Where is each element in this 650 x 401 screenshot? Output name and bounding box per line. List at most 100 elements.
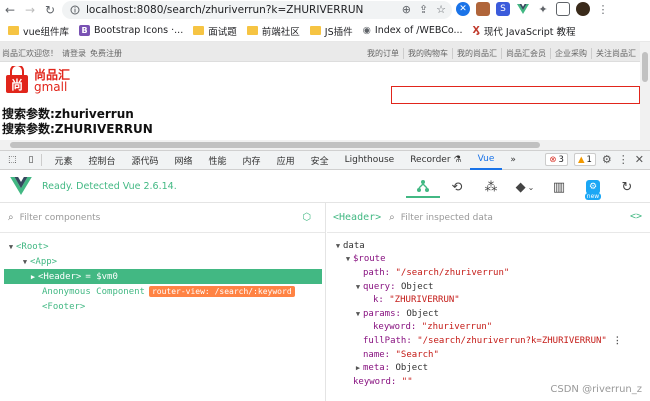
tab-lighthouse[interactable]: Lighthouse	[337, 151, 403, 170]
bookmark-item[interactable]: Ӽ 现代 JavaScript 教程	[473, 24, 576, 38]
device-toolbar-icon[interactable]: ▯	[25, 151, 38, 170]
bookmark-star-icon[interactable]: ☆	[436, 3, 446, 16]
tab-application[interactable]: 应用	[269, 151, 303, 170]
search-input[interactable]	[391, 86, 640, 104]
tab-performance[interactable]: 性能	[201, 151, 235, 170]
tree-node-root[interactable]: ▼ <Root>	[0, 239, 326, 254]
follow-link[interactable]: 关注尚品汇	[591, 48, 640, 59]
expand-arrow-icon[interactable]: ▶	[353, 364, 363, 372]
bookmark-item[interactable]: 前端社区	[246, 24, 300, 38]
collapse-arrow-icon[interactable]: ▼	[343, 255, 353, 263]
tab-elements[interactable]: 元素	[46, 151, 80, 170]
extension-sync-icon[interactable]: ✕	[456, 2, 470, 16]
zoom-icon[interactable]: ⊕	[402, 3, 411, 16]
tab-network[interactable]: 网络	[167, 151, 201, 170]
performance-chart-icon[interactable]: ▥	[542, 176, 576, 198]
my-account-link[interactable]: 我的尚品汇	[452, 48, 501, 59]
site-topbar: 尚品汇欢迎您！ 请登录 免费注册 我的订单 我的购物车 我的尚品汇 尚品汇会员 …	[0, 42, 640, 62]
folder-icon	[309, 26, 321, 35]
tab-console[interactable]: 控制台	[80, 151, 123, 170]
state-row[interactable]: fullPath: "/search/zhuriverrun?k=ZHURIVE…	[327, 334, 650, 348]
tab-security[interactable]: 安全	[303, 151, 337, 170]
globe-icon: ◉	[362, 25, 371, 36]
register-link[interactable]: 免费注册	[90, 48, 122, 59]
state-row[interactable]: ▼ params: Object	[327, 307, 650, 321]
address-bar[interactable]: localhost:8080/search/zhuriverrun?k=ZHUR…	[62, 1, 452, 19]
share-icon[interactable]: ⇪	[419, 3, 428, 16]
bookmark-item[interactable]: vue组件库	[8, 24, 69, 38]
filter-inspected-input[interactable]: Filter inspected data	[401, 213, 493, 223]
login-link[interactable]: 请登录	[62, 48, 86, 59]
my-orders-link[interactable]: 我的订单	[363, 48, 403, 59]
routing-icon[interactable]: ◆ ⌄	[508, 176, 542, 198]
components-tree-icon[interactable]	[406, 176, 440, 198]
collapse-arrow-icon[interactable]: ▼	[20, 258, 30, 266]
watermark-text: CSDN @riverrun_z	[550, 384, 642, 395]
state-row[interactable]: keyword: "zhuriverrun"	[327, 321, 650, 335]
state-row[interactable]: ▶ meta: Object	[327, 361, 650, 375]
open-in-editor-icon[interactable]: <>	[630, 211, 642, 222]
state-row[interactable]: ▼ query: Object	[327, 280, 650, 294]
expand-arrow-icon[interactable]: ▶	[28, 273, 38, 281]
collapse-arrow-icon[interactable]: ▼	[353, 310, 363, 318]
timeline-history-icon[interactable]: ⟲	[440, 176, 474, 198]
my-cart-link[interactable]: 我的购物车	[403, 48, 452, 59]
state-section[interactable]: ▼ data	[327, 239, 650, 253]
inspector-header: <Header> ⌕ Filter inspected data <>	[327, 203, 650, 233]
collapse-arrow-icon[interactable]: ▼	[6, 243, 16, 251]
extension-vue-icon[interactable]	[516, 2, 530, 16]
collapse-arrow-icon[interactable]: ▼	[333, 242, 343, 250]
bookmark-item[interactable]: ◉ Index of /WEBCo...	[363, 25, 463, 36]
bookmark-item[interactable]: B Bootstrap Icons ·...	[79, 25, 183, 36]
tree-node-header[interactable]: ▶ <Header> = $vm0	[4, 269, 322, 284]
tab-recorder[interactable]: Recorder ⚗	[402, 151, 469, 170]
shopping-bag-logo-icon: 尚	[6, 66, 28, 93]
vue-logo-icon	[10, 177, 32, 195]
menu-kebab-icon[interactable]: ⋮	[596, 2, 610, 16]
back-icon[interactable]: ←	[0, 0, 20, 20]
vuex-grid-icon[interactable]: ⁂	[474, 176, 508, 198]
filter-components-input[interactable]: ⌕ Filter components ⬡	[0, 203, 325, 233]
collapse-arrow-icon[interactable]: ▼	[353, 283, 363, 291]
membership-link[interactable]: 尚品汇会员	[501, 48, 550, 59]
tab-memory[interactable]: 内存	[235, 151, 269, 170]
state-row[interactable]: ▼ $route	[327, 253, 650, 267]
state-row[interactable]: path: "/search/zhuriverrun"	[327, 266, 650, 280]
reload-icon[interactable]: ↻	[40, 0, 60, 20]
errors-badge[interactable]: ⊗ 3	[545, 153, 568, 166]
components-panel: ⌕ Filter components ⬡ ▼ <Root> ▼ <App> ▶…	[0, 203, 326, 401]
settings-gear-icon[interactable]: ⚙	[602, 153, 612, 166]
sidepanel-icon[interactable]	[556, 2, 570, 16]
forward-icon[interactable]: →	[20, 0, 40, 20]
more-tabs-icon[interactable]: »	[502, 151, 524, 170]
vertical-scrollbar[interactable]	[640, 42, 650, 150]
warnings-badge[interactable]: ▲ 1	[573, 153, 596, 166]
horizontal-scrollbar[interactable]	[0, 140, 640, 150]
tab-sources[interactable]: 源代码	[124, 151, 167, 170]
extension-avatar-icon[interactable]	[476, 2, 490, 16]
profile-avatar[interactable]	[576, 2, 590, 16]
extensions-puzzle-icon[interactable]: ✦	[536, 2, 550, 16]
state-row[interactable]: name: "Search"	[327, 348, 650, 362]
tree-node-footer[interactable]: <Footer>	[0, 299, 326, 314]
inspect-element-icon[interactable]: ⬚	[0, 151, 25, 170]
error-icon: ⊗	[549, 154, 557, 165]
state-row[interactable]: k: "ZHURIVERRUN"	[327, 293, 650, 307]
tab-vue[interactable]: Vue	[469, 151, 503, 170]
select-component-icon[interactable]: ⬡	[302, 212, 311, 223]
devtools-menu-icon[interactable]: ⋮	[618, 153, 629, 166]
tree-node-anonymous[interactable]: Anonymous Component router-view: /search…	[0, 284, 326, 299]
refresh-icon[interactable]: ↻	[610, 176, 644, 198]
site-logo[interactable]: 尚 尚品汇 gmall	[4, 66, 84, 96]
more-actions-icon[interactable]: ⋮	[613, 336, 622, 346]
bookmark-item[interactable]: JS插件	[309, 24, 353, 38]
extension-s-icon[interactable]: S	[496, 2, 510, 16]
info-icon[interactable]	[70, 5, 80, 15]
tree-node-app[interactable]: ▼ <App>	[0, 254, 326, 269]
close-devtools-icon[interactable]: ✕	[635, 153, 644, 166]
settings-new-icon[interactable]: ⚙ new	[576, 176, 610, 200]
bookmark-item[interactable]: 面试题	[193, 24, 237, 38]
enterprise-link[interactable]: 企业采购	[550, 48, 591, 59]
svg-text:尚: 尚	[11, 77, 23, 92]
inspector-panel: <Header> ⌕ Filter inspected data <> ▼ da…	[327, 203, 650, 401]
